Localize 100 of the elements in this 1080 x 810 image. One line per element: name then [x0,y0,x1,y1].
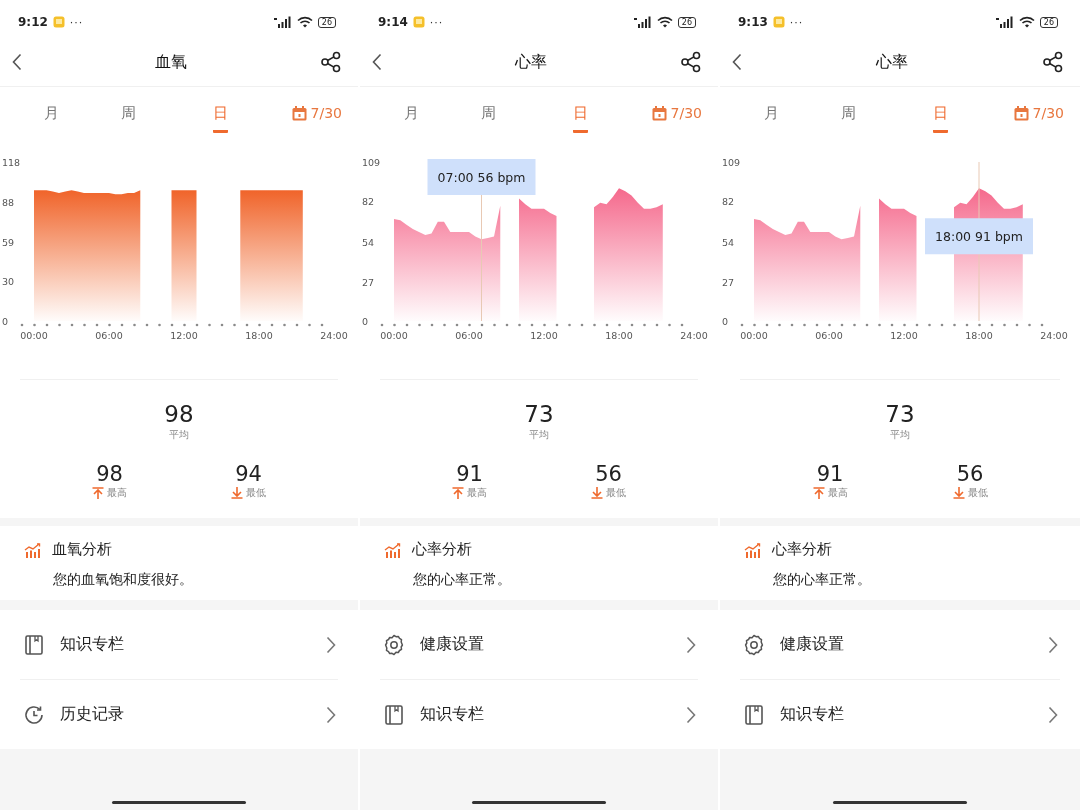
clock-time: 9:12 [18,15,48,29]
calendar-icon [651,105,667,121]
min-value: 56 [595,462,622,486]
average-value: 98 [164,400,194,428]
axis-tick-label: 18:00 [965,330,993,341]
chart-tooltip: 18:00 91 bpm [925,218,1033,255]
annotation: 18:00 91 bpm [935,229,1023,245]
axis-tick-label: 18:00 [245,330,273,341]
battery-indicator: 26 [677,16,696,28]
axis-tick-label: 30 [2,275,15,287]
menu-item[interactable]: 历史记录 [20,680,338,749]
axis-tick-label: 0 [722,316,729,327]
back-button[interactable] [10,51,24,73]
average-label: 平均 [169,428,189,442]
average-value: 73 [524,400,554,428]
notification-icon [772,16,785,28]
axis-tick-label: 27 [362,276,375,288]
arrow-up-icon [812,487,825,499]
back-icon [372,53,382,71]
calendar-icon [291,105,307,121]
average-value: 73 [885,400,915,428]
menu-item[interactable]: 知识专栏 [380,680,698,749]
min-label: 最低 [246,486,266,500]
more-indicator: ··· [429,15,444,29]
period-tab[interactable]: 周 [120,101,136,130]
axis-tick-label: 54 [722,237,735,249]
share-icon [1042,51,1064,73]
more-indicator: ··· [69,15,84,29]
back-icon [732,53,742,71]
axis-tick-label: 06:00 [815,330,843,341]
more-indicator: ··· [789,15,804,29]
book-icon [742,702,766,727]
chevron-icon [1048,635,1058,654]
menu-item[interactable]: 健康设置 [380,610,698,680]
average-label: 平均 [890,428,910,442]
period-tab[interactable]: 月 [44,101,59,130]
trend-chart-icon [24,540,42,559]
axis-tick-label: 0 [2,316,9,327]
arrow-down-icon [591,487,603,499]
notification-icon [412,16,425,28]
axis-tick-label: 18:00 [605,330,633,341]
date-picker[interactable]: 7/30 [1013,101,1064,125]
trend-chart-icon [384,540,402,559]
share-icon [320,51,342,73]
battery-indicator: 26 [1039,16,1058,28]
axis-tick-label: 06:00 [95,330,123,341]
book-icon [22,632,46,657]
axis-tick-label: 12:00 [890,330,918,341]
notification-icon [52,16,65,28]
max-value: 91 [816,462,844,486]
calendar-icon [1013,105,1029,121]
period-tab[interactable]: 日 [572,101,588,133]
page-title: 心率 [876,51,908,73]
analysis-title: 心率分析 [772,540,832,559]
axis-tick-label: 0 [362,316,369,327]
period-tab[interactable]: 周 [480,101,496,130]
date-picker[interactable]: 7/30 [291,101,342,125]
axis-tick-label: 54 [362,237,375,249]
chevron-icon [1048,705,1058,724]
axis-tick-label: 24:00 [680,330,708,341]
period-tab[interactable]: 月 [404,101,419,130]
signal-icon [273,16,292,28]
min-value: 94 [235,462,262,486]
signal-icon [633,16,652,28]
min-label: 最低 [606,486,626,500]
axis-tick-label: 00:00 [20,330,48,341]
menu-item[interactable]: 健康设置 [740,610,1060,680]
date-picker[interactable]: 7/30 [651,101,702,125]
settings-icon [742,632,766,657]
wifi-icon [656,16,673,28]
axis-tick-label: 24:00 [320,330,348,341]
menu-item[interactable]: 知识专栏 [740,680,1060,749]
analysis-text: 您的心率正常。 [413,571,512,589]
axis-tick-label: 24:00 [1040,330,1068,341]
settings-icon [382,632,406,657]
arrow-down-icon [231,487,243,499]
period-tab[interactable]: 周 [840,101,856,130]
page-title: 心率 [515,51,547,73]
max-label: 最高 [827,486,848,500]
axis-tick-label: 00:00 [740,330,768,341]
annotation: 07:00 56 bpm [437,170,526,185]
back-button[interactable] [730,51,744,73]
max-value: 91 [456,462,483,486]
axis-tick-label: 59 [2,236,15,248]
back-button[interactable] [370,51,384,73]
chevron-icon [686,705,696,724]
arrow-up-icon [92,487,104,499]
menu-item[interactable]: 知识专栏 [20,610,338,680]
period-tab[interactable]: 日 [932,101,948,133]
book-icon [382,702,406,727]
arrow-up-icon [452,487,464,499]
period-tab[interactable]: 日 [212,101,228,133]
signal-icon [995,16,1014,28]
period-tab[interactable]: 月 [764,101,779,130]
page-title: 血氧 [155,51,187,73]
share-icon [680,51,702,73]
max-label: 最高 [107,486,127,500]
clock-time: 9:13 [738,15,768,29]
axis-tick-label: 88 [2,197,15,209]
arrow-down-icon [952,487,965,499]
